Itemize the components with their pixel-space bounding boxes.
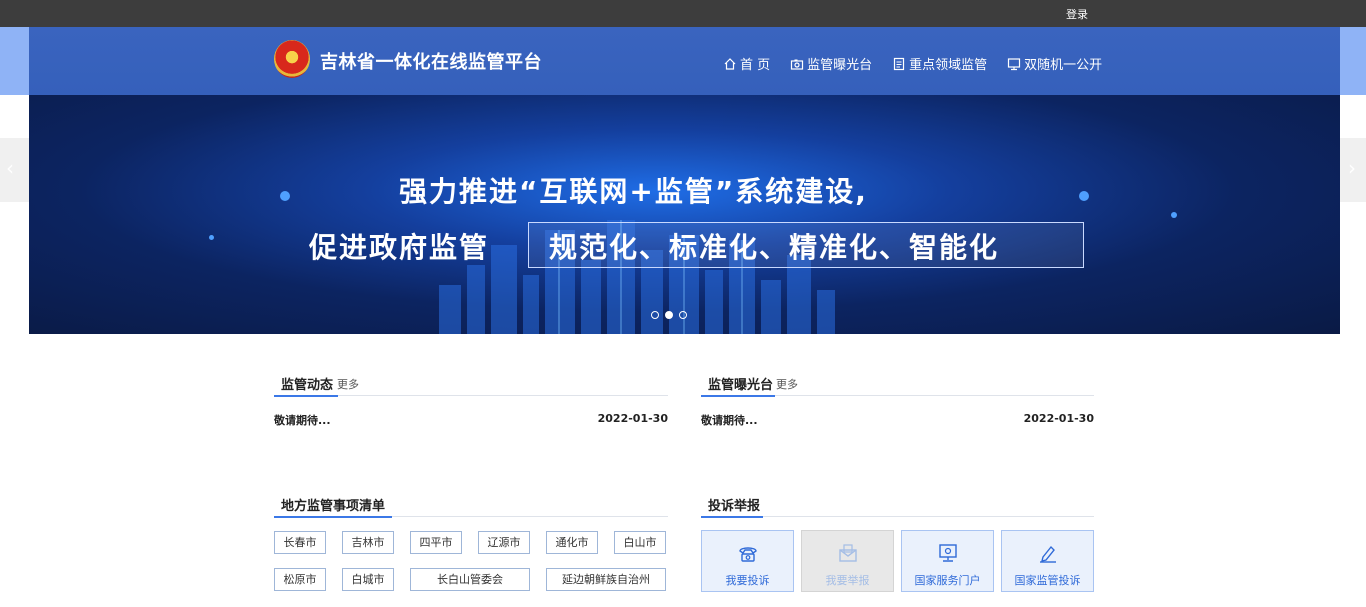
nav-home[interactable]: 首 页 <box>723 54 770 73</box>
nav-label: 监管曝光台 <box>807 58 873 73</box>
nav-double-random[interactable]: 双随机一公开 <box>1007 54 1102 73</box>
panel-header: 投诉举报 <box>701 487 1094 518</box>
glow-dot <box>209 235 214 240</box>
panel-title: 监管曝光台 <box>708 378 774 393</box>
home-icon <box>724 57 736 70</box>
hero-banner[interactable]: 强力推进“互联网+监管”系统建设, 促进政府监管 规范化、标准化、精准化、智能化 <box>29 95 1340 334</box>
glow-dot <box>1171 212 1177 218</box>
news-panel-right: 监管曝光台 更多 敬请期待... 2022-01-30 <box>701 366 1094 436</box>
panel-header: 地方监管事项清单 <box>274 487 668 518</box>
more-link[interactable]: 更多 <box>776 376 798 392</box>
panel-title: 地方监管事项清单 <box>281 499 386 514</box>
panel-title: 监管动态 <box>281 378 334 393</box>
nav-label: 双随机一公开 <box>1024 58 1103 73</box>
news-panel-left: 监管动态 更多 敬请期待... 2022-01-30 <box>274 366 668 436</box>
phone-icon <box>739 547 757 562</box>
nav-label: 首 页 <box>740 58 771 73</box>
carousel-prev-button[interactable]: ‹ <box>0 138 29 202</box>
news-date: 2022-01-30 <box>597 412 668 425</box>
glow-dot <box>1079 191 1089 201</box>
panel-title-underline <box>701 516 763 518</box>
banner-headline-2: 促进政府监管 <box>309 231 490 264</box>
main-nav: 首 页 监管曝光台 重点领域监管 双随机一公开 <box>723 54 1122 73</box>
document-icon <box>894 57 905 70</box>
city-button-tonghua[interactable]: 通化市 <box>546 531 598 554</box>
news-item: 敬请期待... 2022-01-30 <box>701 396 1094 436</box>
carousel-dot[interactable] <box>651 311 659 319</box>
news-title[interactable]: 敬请期待... <box>701 412 758 428</box>
city-button-baicheng[interactable]: 白城市 <box>342 568 394 591</box>
city-button-changbaishan[interactable]: 长白山管委会 <box>410 568 530 591</box>
news-date: 2022-01-30 <box>1023 412 1094 425</box>
complaints-panel: 投诉举报 <box>701 487 1094 518</box>
site-title[interactable]: 吉林省一体化在线监管平台 <box>320 48 542 74</box>
panel-header: 监管曝光台 更多 <box>701 366 1094 397</box>
chevron-right-icon: › <box>1348 156 1356 180</box>
header-side-band-right <box>1340 27 1366 95</box>
national-emblem-logo <box>274 40 310 78</box>
banner-headline-1: 强力推进“互联网+监管”系统建设, <box>399 175 868 208</box>
carousel-dot-active[interactable] <box>665 311 673 319</box>
city-button-liaoyuan[interactable]: 辽源市 <box>478 531 530 554</box>
chevron-left-icon: ‹ <box>6 156 14 180</box>
city-button-jilin[interactable]: 吉林市 <box>342 531 394 554</box>
header-side-band-left <box>0 27 29 95</box>
more-link[interactable]: 更多 <box>337 376 359 392</box>
local-list-panel: 地方监管事项清单 <box>274 487 668 518</box>
panel-title-underline <box>274 516 392 518</box>
site-header: 吉林省一体化在线监管平台 首 页 监管曝光台 重点领域监管 双随机一公开 <box>29 27 1340 95</box>
news-item: 敬请期待... 2022-01-30 <box>274 396 668 436</box>
nav-key-areas[interactable]: 重点领域监管 <box>892 54 987 73</box>
top-bar: 登录 <box>0 0 1366 27</box>
tile-label: 我要投诉 <box>725 574 770 587</box>
mail-icon <box>839 544 857 562</box>
complaint-tile-report[interactable]: 我要举报 <box>801 530 894 592</box>
panel-title: 投诉举报 <box>708 499 761 514</box>
banner-highlight-text: 规范化、标准化、精准化、智能化 <box>549 231 1000 264</box>
city-button-changchun[interactable]: 长春市 <box>274 531 326 554</box>
tile-label: 国家服务门户 <box>914 574 981 587</box>
city-button-siping[interactable]: 四平市 <box>410 531 462 554</box>
nav-exposure[interactable]: 监管曝光台 <box>790 54 872 73</box>
complaint-tile-complain[interactable]: 我要投诉 <box>701 530 794 592</box>
complaint-tile-service-portal[interactable]: 国家服务门户 <box>901 530 994 592</box>
monitor-icon <box>939 544 957 562</box>
login-link[interactable]: 登录 <box>1066 6 1088 22</box>
monitor-icon <box>1008 57 1021 70</box>
panel-header: 监管动态 更多 <box>274 366 668 397</box>
carousel-indicators <box>651 311 687 319</box>
city-button-baishan[interactable]: 白山市 <box>614 531 666 554</box>
tile-label: 我要举报 <box>825 574 870 587</box>
carousel-dot[interactable] <box>679 311 687 319</box>
camera-icon <box>791 59 804 70</box>
tile-label: 国家监管投诉 <box>1014 574 1081 587</box>
glow-dot <box>280 191 290 201</box>
banner-highlight-box: 规范化、标准化、精准化、智能化 <box>528 222 1084 268</box>
carousel-next-button[interactable]: › <box>1340 138 1366 202</box>
pen-icon <box>1040 545 1056 563</box>
complaint-tile-national-complaint[interactable]: 国家监管投诉 <box>1001 530 1094 592</box>
news-title[interactable]: 敬请期待... <box>274 412 331 428</box>
city-button-yanbian[interactable]: 延边朝鲜族自治州 <box>546 568 666 591</box>
city-button-songyuan[interactable]: 松原市 <box>274 568 326 591</box>
nav-label: 重点领域监管 <box>909 58 988 73</box>
